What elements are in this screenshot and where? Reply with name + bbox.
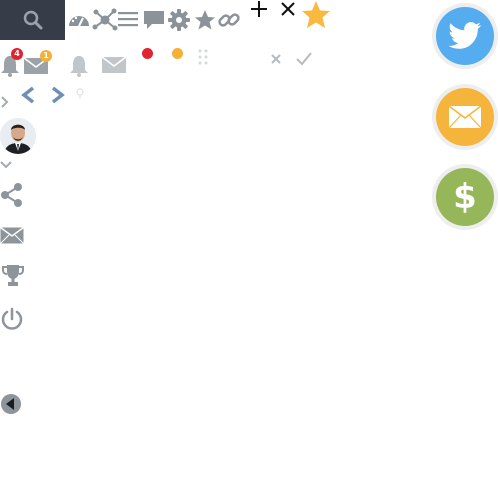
- plus-icon[interactable]: [249, 0, 269, 18]
- bell-badge: 4: [11, 48, 23, 60]
- status-dot-yellow: [172, 48, 183, 59]
- search-button[interactable]: [0, 0, 65, 40]
- envelope-icon: [448, 105, 482, 129]
- remove-icon[interactable]: [270, 53, 282, 65]
- dashboard-icon[interactable]: [67, 9, 91, 29]
- arrow-right-icon[interactable]: [50, 86, 66, 104]
- star-icon[interactable]: [193, 8, 217, 32]
- pin-icon: [76, 88, 84, 99]
- link-icon[interactable]: [217, 8, 241, 32]
- close-icon[interactable]: [279, 1, 297, 17]
- avatar[interactable]: [0, 118, 36, 154]
- money-button[interactable]: $: [432, 164, 498, 230]
- mail-badge: 1: [40, 50, 52, 62]
- mail-icon[interactable]: [101, 56, 127, 74]
- gear-icon[interactable]: [167, 8, 191, 32]
- drag-handle-icon[interactable]: [197, 48, 209, 66]
- trophy-icon[interactable]: [2, 264, 24, 288]
- chevron-down-icon[interactable]: [0, 160, 12, 170]
- list-icon[interactable]: [117, 9, 141, 29]
- mail-icon[interactable]: [0, 227, 24, 244]
- twitter-icon: [448, 22, 482, 49]
- arrow-left-icon[interactable]: [20, 86, 36, 104]
- dollar-icon: $: [453, 177, 477, 217]
- chevron-right-icon[interactable]: [0, 96, 10, 108]
- status-dot-red: [142, 48, 153, 59]
- twitter-button[interactable]: [432, 3, 498, 69]
- network-icon[interactable]: [92, 7, 118, 33]
- search-icon: [23, 10, 42, 30]
- chat-icon[interactable]: [142, 9, 166, 31]
- star-filled-icon[interactable]: [300, 0, 332, 30]
- bell-icon[interactable]: [69, 55, 89, 77]
- back-icon[interactable]: [0, 393, 22, 415]
- email-share-button[interactable]: [432, 84, 498, 150]
- check-icon[interactable]: [296, 52, 312, 66]
- power-icon[interactable]: [0, 307, 24, 331]
- share-icon[interactable]: [0, 182, 24, 208]
